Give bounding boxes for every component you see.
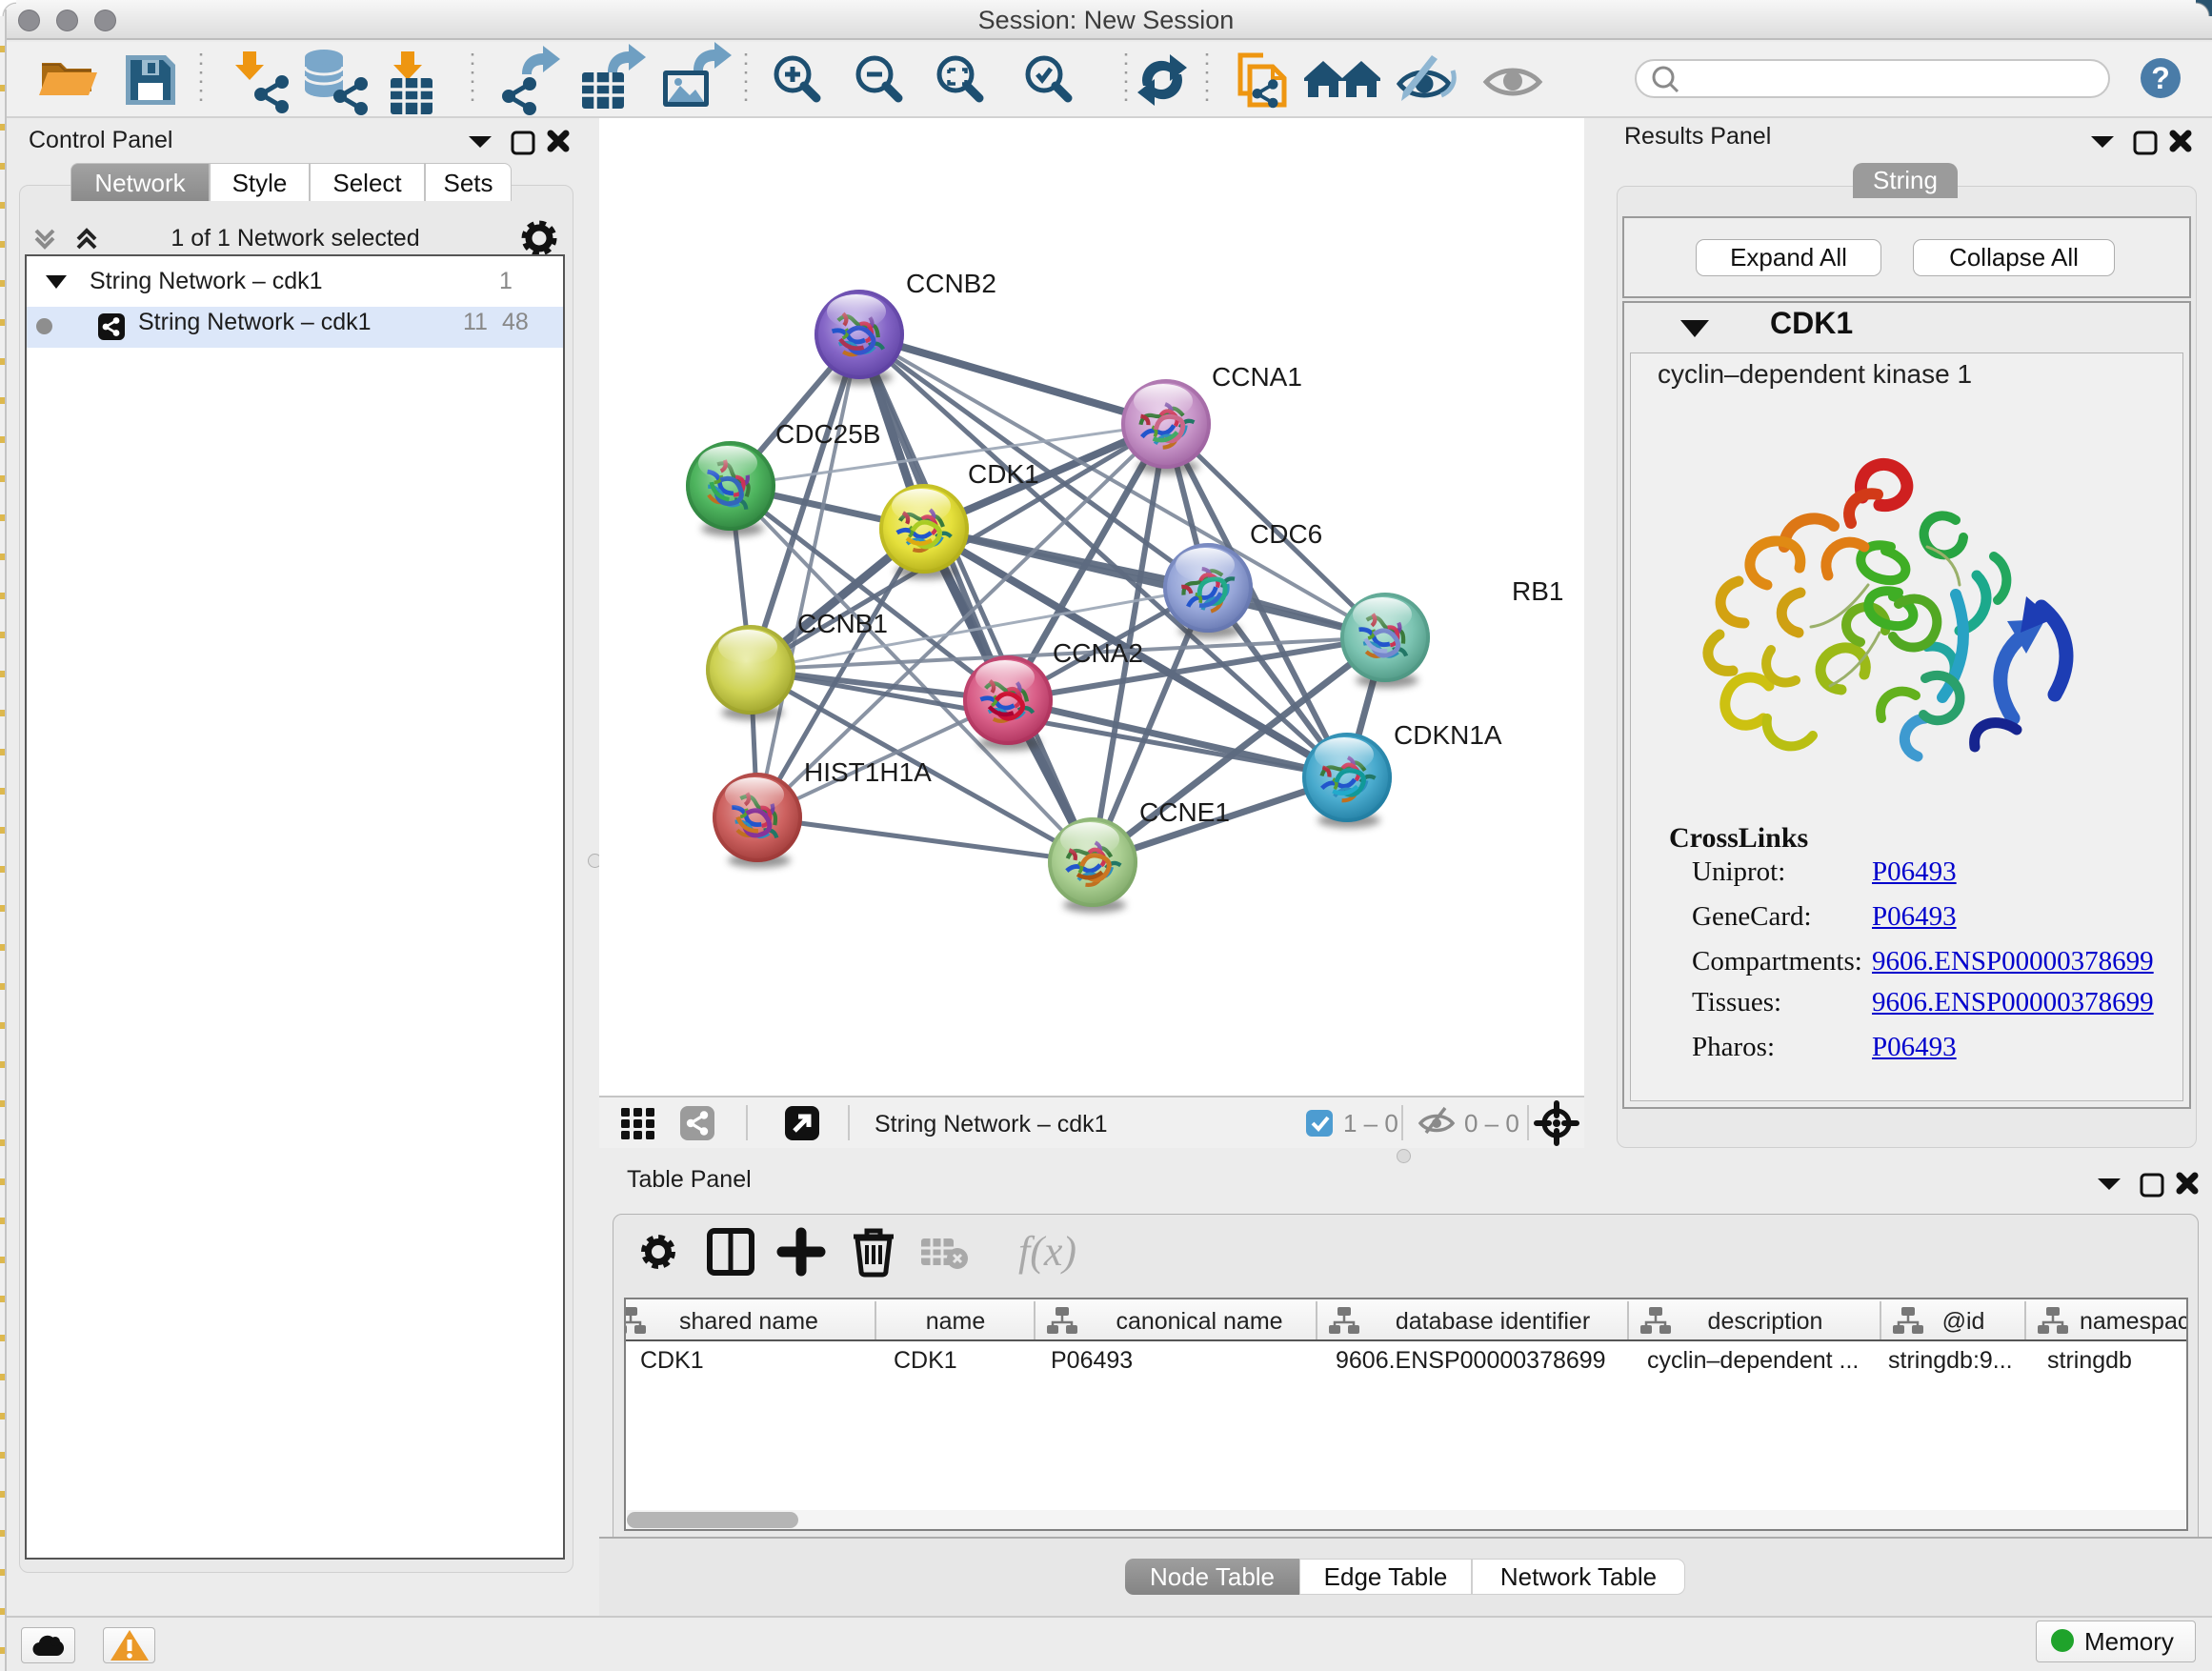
svg-text:0 – 0: 0 – 0 [1464,1109,1519,1137]
svg-text:CCNB1: CCNB1 [797,609,888,638]
svg-text:1 – 0: 1 – 0 [1343,1109,1398,1137]
svg-text:description: description [1708,1308,1823,1335]
svg-text:?: ? [2151,61,2170,95]
svg-text:CDC25B: CDC25B [775,419,880,449]
svg-text:HIST1H1A: HIST1H1A [804,757,932,787]
svg-text:@id: @id [1942,1308,1985,1335]
svg-text:shared name: shared name [679,1308,818,1335]
svg-text:CDKN1A: CDKN1A [1394,720,1502,750]
svg-text:canonical name: canonical name [1116,1308,1282,1335]
svg-text:RB1: RB1 [1512,576,1563,606]
svg-text:namespac: namespac [2080,1308,2186,1335]
svg-text:CCNB2: CCNB2 [906,269,996,298]
svg-text:f(x): f(x) [1018,1228,1076,1275]
svg-text:name: name [926,1308,986,1335]
svg-text:String Network – cdk1: String Network – cdk1 [875,1111,1108,1137]
svg-text:CCNA2: CCNA2 [1053,638,1143,668]
svg-text:database identifier: database identifier [1396,1308,1590,1335]
svg-text:CCNE1: CCNE1 [1139,797,1230,827]
svg-text:CDK1: CDK1 [968,459,1039,489]
svg-text:CDC6: CDC6 [1250,519,1322,549]
svg-text:CCNA1: CCNA1 [1212,362,1302,392]
